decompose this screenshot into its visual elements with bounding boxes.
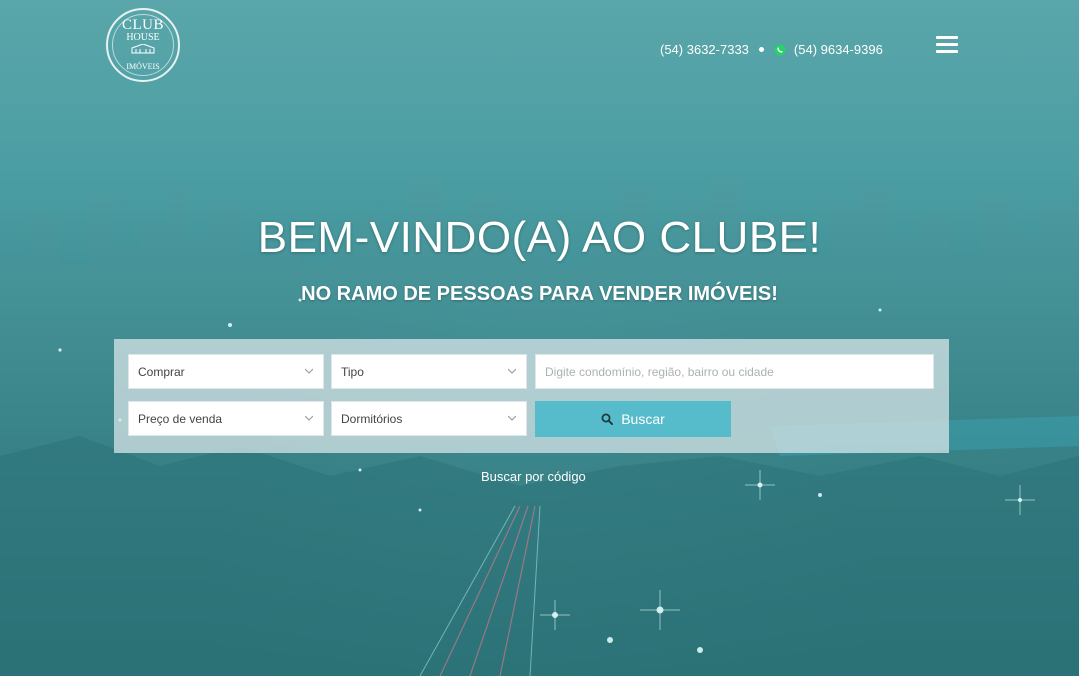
- property-search-form: Comprar Tipo Digite condomínio, região, …: [114, 339, 949, 453]
- chevron-down-icon: [508, 415, 516, 421]
- phone-landline[interactable]: (54) 3632-7333: [660, 42, 749, 57]
- search-icon: [601, 413, 614, 425]
- property-type-select[interactable]: Tipo: [331, 354, 527, 389]
- hero-title: BEM-VINDO(A) AO CLUBE!: [257, 213, 822, 262]
- city-lights-decoration: [58, 298, 1035, 653]
- logo-line1: CLUB: [121, 16, 164, 33]
- bedrooms-select[interactable]: Dormitórios: [331, 401, 527, 436]
- location-search-input[interactable]: Digite condomínio, região, bairro ou cid…: [535, 354, 934, 389]
- property-type-select-value: Tipo: [341, 364, 364, 379]
- search-button[interactable]: Buscar: [535, 401, 731, 437]
- club-house-logo[interactable]: CLUB HOUSE IMÓVEIS: [106, 8, 180, 82]
- chevron-down-icon: [305, 368, 313, 374]
- house-icon: [131, 43, 155, 53]
- logo-line2: HOUSE: [126, 31, 160, 43]
- site-header: CLUB HOUSE IMÓVEIS (54) 3632-7333 (54) 9…: [0, 0, 1079, 100]
- location-search-placeholder: Digite condomínio, região, bairro ou cid…: [545, 364, 774, 379]
- phone-whatsapp[interactable]: (54) 9634-9396: [794, 42, 883, 57]
- price-select[interactable]: Preço de venda: [128, 401, 324, 436]
- contact-phones: (54) 3632-7333 (54) 9634-9396: [660, 42, 883, 57]
- logo-line3: IMÓVEIS: [126, 61, 160, 71]
- hero-subtitle: NO RAMO DE PESSOAS PARA VENDER IMÓVEIS!: [301, 283, 778, 305]
- bedrooms-select-value: Dormitórios: [341, 411, 403, 426]
- search-button-label: Buscar: [621, 411, 665, 427]
- whatsapp-icon: [774, 44, 786, 55]
- search-by-code-link[interactable]: Buscar por código: [481, 469, 586, 484]
- chevron-down-icon: [305, 415, 313, 421]
- price-select-value: Preço de venda: [138, 411, 223, 426]
- separator-dot: [758, 47, 764, 52]
- operation-select-value: Comprar: [138, 364, 185, 379]
- operation-select[interactable]: Comprar: [128, 354, 324, 389]
- hero-background: [0, 0, 1079, 676]
- chevron-down-icon: [508, 368, 516, 374]
- hamburger-icon[interactable]: [936, 36, 958, 54]
